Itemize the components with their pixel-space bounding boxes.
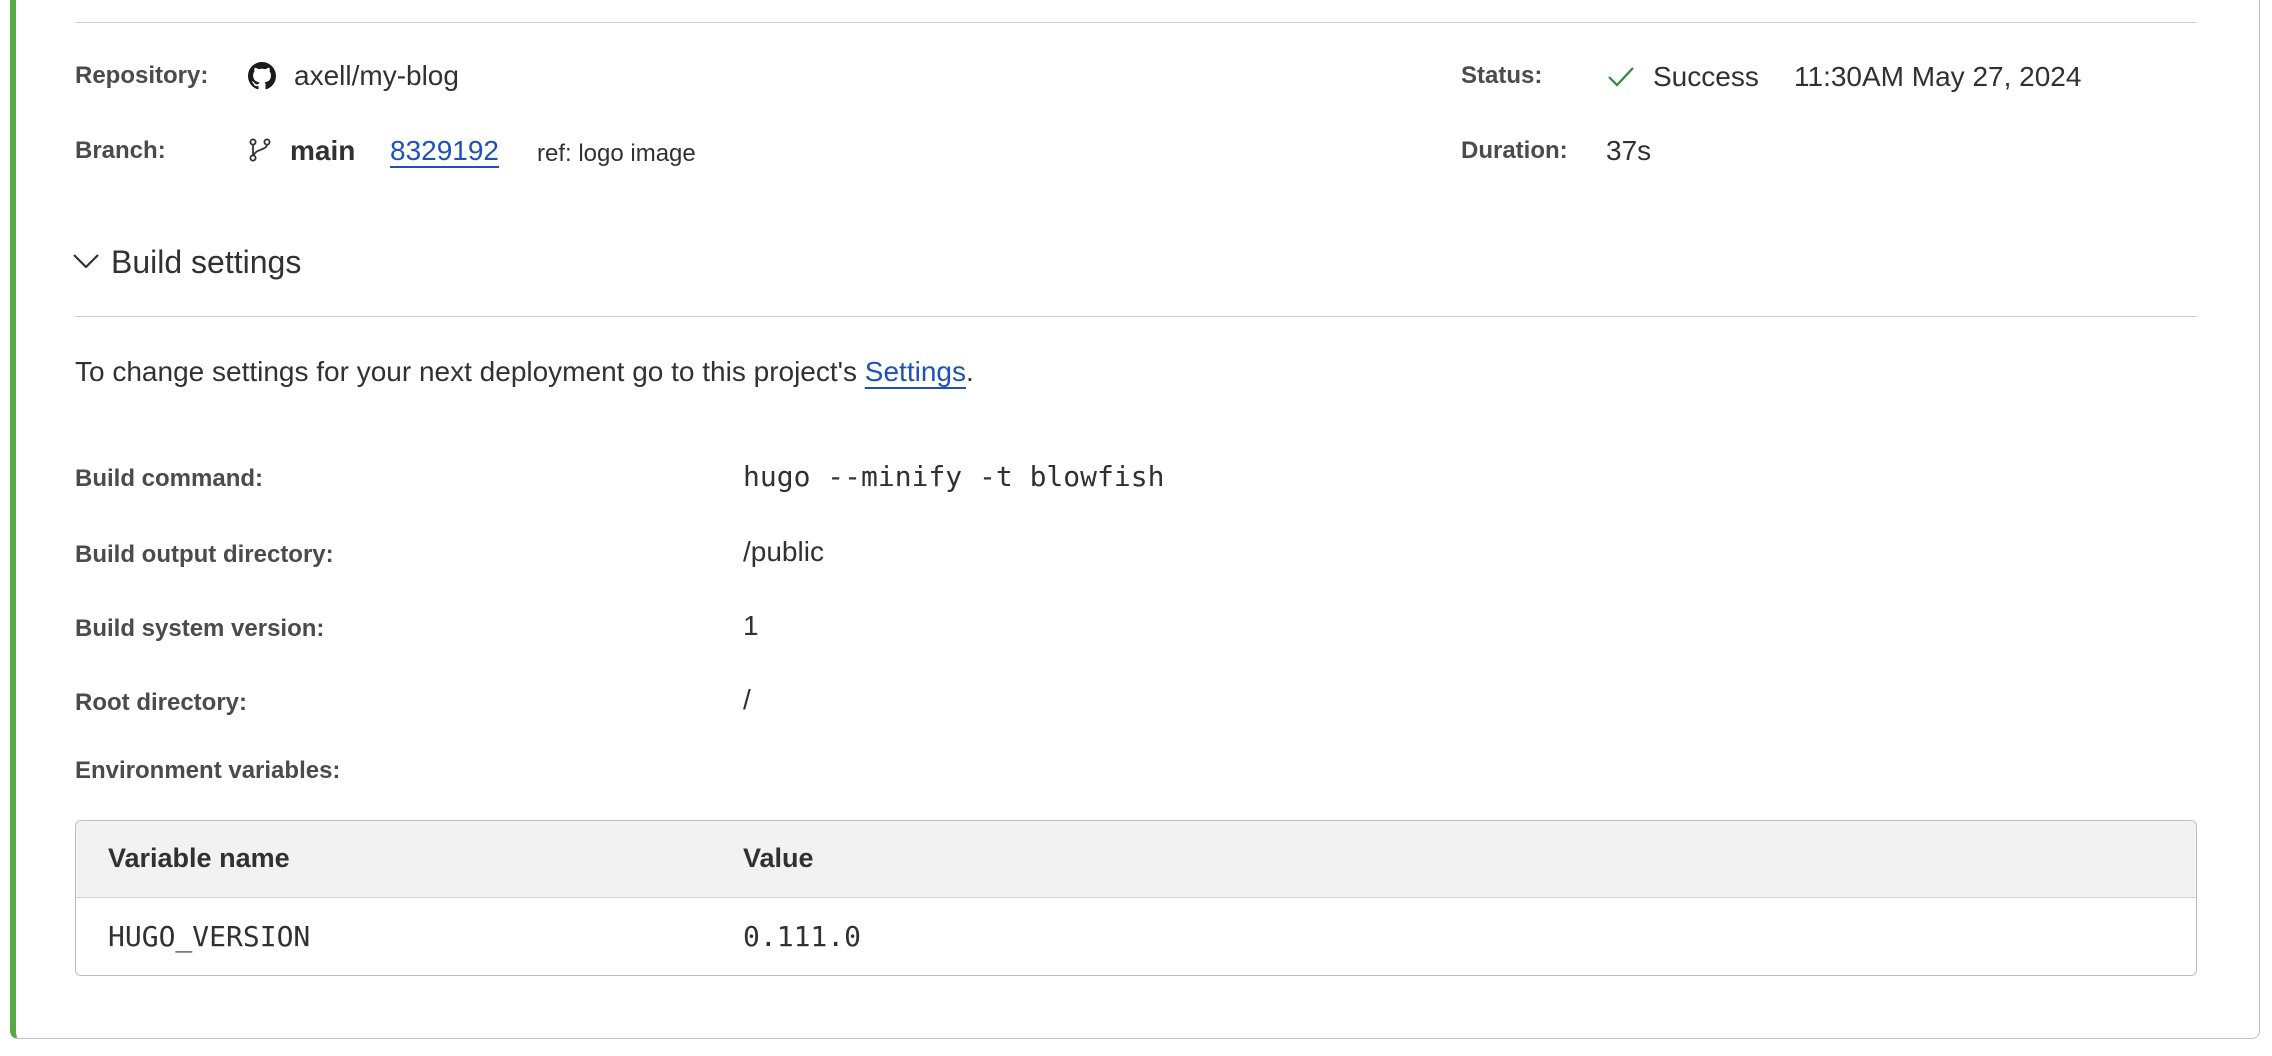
duration-label: Duration: (1461, 137, 1568, 164)
commit-hash-link[interactable]: 8329192 (390, 135, 499, 167)
env-var-name: HUGO_VERSION (108, 920, 311, 953)
git-branch-icon (246, 136, 274, 169)
check-icon (1606, 64, 1636, 95)
repository-label: Repository: (75, 62, 209, 89)
top-divider (75, 22, 2197, 23)
branch-label: Branch: (75, 137, 166, 164)
build-settings-divider (75, 316, 2197, 317)
env-table-header: Variable name Value (76, 821, 2196, 898)
env-vars-table: Variable name Value HUGO_VERSION 0.111.0 (75, 820, 2197, 976)
root-dir-label: Root directory: (75, 689, 248, 716)
github-icon (248, 62, 276, 95)
status-label: Status: (1461, 62, 1543, 89)
duration-value: 37s (1606, 135, 1652, 166)
env-vars-label: Environment variables: (75, 757, 341, 784)
repository-value[interactable]: axell/my-blog (294, 60, 459, 92)
build-command-value: hugo --minify -t blowfish (743, 460, 1165, 493)
branch-name: main (290, 135, 356, 166)
system-version-value: 1 (743, 610, 759, 641)
system-version-label: Build system version: (75, 615, 325, 642)
settings-link[interactable]: Settings (865, 356, 966, 387)
settings-note-text: To change settings for your next deploym… (75, 356, 865, 387)
env-header-value: Value (743, 843, 814, 873)
env-var-value: 0.111.0 (743, 920, 862, 953)
output-dir-value: /public (743, 536, 824, 567)
chevron-down-icon (72, 248, 100, 279)
commit-ref: ref: logo image (537, 140, 696, 167)
status-timestamp: 11:30AM May 27, 2024 (1794, 61, 2082, 92)
root-dir-value: / (743, 684, 751, 715)
build-settings-title: Build settings (111, 244, 302, 280)
status-value: Success (1653, 61, 1759, 92)
env-header-name: Variable name (108, 843, 290, 873)
output-dir-label: Build output directory: (75, 541, 334, 568)
settings-note-suffix: . (965, 356, 974, 387)
settings-note: To change settings for your next deploym… (75, 356, 974, 388)
build-command-label: Build command: (75, 465, 264, 492)
